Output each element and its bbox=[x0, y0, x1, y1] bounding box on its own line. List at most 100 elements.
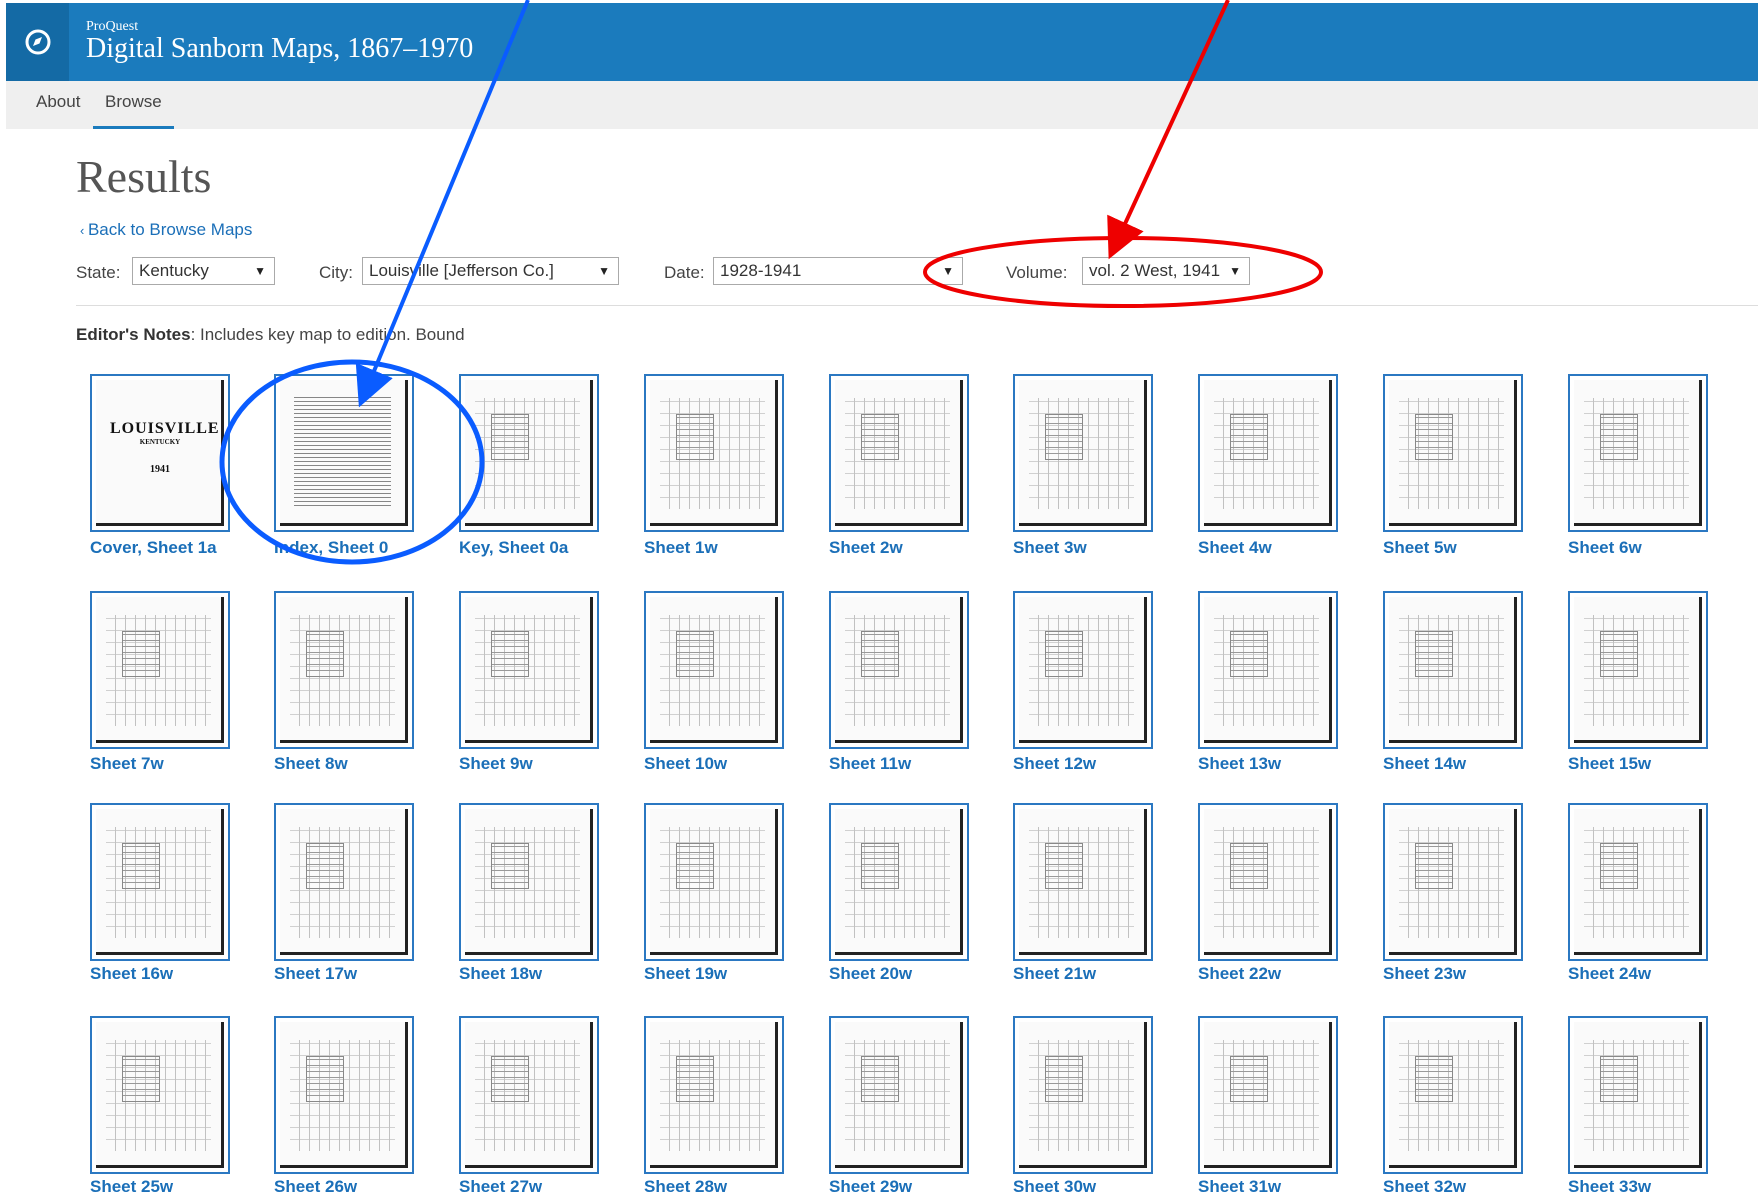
sheet-label[interactable]: Sheet 4w bbox=[1198, 538, 1272, 558]
sheet-thumbnail[interactable] bbox=[1013, 591, 1153, 749]
city-select[interactable]: Louisville [Jefferson Co.] ▼ bbox=[362, 257, 619, 285]
sheet-thumbnail[interactable] bbox=[829, 374, 969, 532]
sheet-thumbnail[interactable] bbox=[1013, 803, 1153, 961]
map-image bbox=[835, 597, 963, 743]
editors-notes: Editor's Notes: Includes key map to edit… bbox=[76, 325, 465, 345]
map-image bbox=[96, 809, 224, 955]
map-image bbox=[465, 597, 593, 743]
sheet-label[interactable]: Sheet 8w bbox=[274, 754, 348, 774]
sheet-label[interactable]: Sheet 17w bbox=[274, 964, 357, 984]
sheet-label[interactable]: Sheet 23w bbox=[1383, 964, 1466, 984]
back-link[interactable]: ‹ Back to Browse Maps bbox=[80, 220, 252, 240]
sheet-thumbnail[interactable]: LOUISVILLE KENTUCKY 1941 bbox=[90, 374, 230, 532]
cover-volume: 1941 bbox=[150, 464, 170, 475]
volume-select[interactable]: vol. 2 West, 1941 ▼ bbox=[1082, 257, 1250, 285]
sheet-thumbnail[interactable] bbox=[1013, 1016, 1153, 1174]
map-image bbox=[96, 1022, 224, 1168]
map-image bbox=[1389, 809, 1517, 955]
sheet-thumbnail[interactable] bbox=[90, 1016, 230, 1174]
sheet-label[interactable]: Sheet 18w bbox=[459, 964, 542, 984]
sheet-label[interactable]: Sheet 25w bbox=[90, 1177, 173, 1197]
sheet-thumbnail[interactable] bbox=[459, 803, 599, 961]
sheet-thumbnail[interactable] bbox=[274, 1016, 414, 1174]
sheet-label[interactable]: Sheet 29w bbox=[829, 1177, 912, 1197]
volume-label: Volume: bbox=[1006, 263, 1068, 282]
sheet-thumbnail[interactable] bbox=[1383, 374, 1523, 532]
state-select[interactable]: Kentucky ▼ bbox=[132, 257, 275, 285]
sheet-label[interactable]: Sheet 11w bbox=[829, 754, 911, 774]
sheet-thumbnail[interactable] bbox=[829, 591, 969, 749]
sheet-label[interactable]: Sheet 32w bbox=[1383, 1177, 1466, 1197]
sheet-thumbnail[interactable] bbox=[829, 803, 969, 961]
sheet-thumbnail[interactable] bbox=[459, 374, 599, 532]
sheet-thumbnail[interactable] bbox=[1198, 1016, 1338, 1174]
sheet-thumbnail[interactable] bbox=[644, 374, 784, 532]
sheet-label[interactable]: Sheet 3w bbox=[1013, 538, 1087, 558]
sheet-label[interactable]: Sheet 13w bbox=[1198, 754, 1281, 774]
sheet-thumbnail[interactable] bbox=[1198, 591, 1338, 749]
sheet-thumbnail[interactable] bbox=[829, 1016, 969, 1174]
sheet-label[interactable]: Sheet 1w bbox=[644, 538, 718, 558]
city-label: City: bbox=[319, 263, 353, 282]
sheet-thumbnail[interactable] bbox=[90, 803, 230, 961]
sheet-label[interactable]: Sheet 7w bbox=[90, 754, 164, 774]
sheet-label[interactable]: Sheet 30w bbox=[1013, 1177, 1096, 1197]
sheet-label[interactable]: Cover, Sheet 1a bbox=[90, 538, 217, 558]
sheet-thumbnail[interactable] bbox=[1568, 1016, 1708, 1174]
sheet-label[interactable]: Sheet 9w bbox=[459, 754, 533, 774]
sheet-thumbnail[interactable] bbox=[1383, 591, 1523, 749]
sheet-thumbnail[interactable] bbox=[644, 1016, 784, 1174]
divider bbox=[76, 305, 1758, 306]
map-image bbox=[1389, 597, 1517, 743]
sheet-thumbnail[interactable] bbox=[274, 591, 414, 749]
map-image bbox=[280, 380, 408, 526]
sheet-label[interactable]: Sheet 22w bbox=[1198, 964, 1281, 984]
sheet-thumbnail[interactable] bbox=[644, 591, 784, 749]
sheet-label[interactable]: Sheet 24w bbox=[1568, 964, 1651, 984]
map-image bbox=[1019, 809, 1147, 955]
map-image bbox=[1019, 597, 1147, 743]
sheet-label[interactable]: Sheet 6w bbox=[1568, 538, 1642, 558]
brand[interactable]: ProQuest Digital Sanborn Maps, 1867–1970 bbox=[86, 19, 473, 64]
sheet-thumbnail[interactable] bbox=[1198, 803, 1338, 961]
sheet-label[interactable]: Sheet 16w bbox=[90, 964, 173, 984]
sheet-label[interactable]: Sheet 27w bbox=[459, 1177, 542, 1197]
sheet-thumbnail[interactable] bbox=[1568, 591, 1708, 749]
cover-state: KENTUCKY bbox=[139, 438, 181, 446]
tab-browse[interactable]: Browse bbox=[93, 81, 174, 129]
sheet-label[interactable]: Index, Sheet 0 bbox=[274, 538, 388, 558]
sheet-thumbnail[interactable] bbox=[644, 803, 784, 961]
sheet-thumbnail[interactable] bbox=[1383, 803, 1523, 961]
sheet-label[interactable]: Sheet 15w bbox=[1568, 754, 1651, 774]
sheet-label[interactable]: Sheet 31w bbox=[1198, 1177, 1281, 1197]
cover-text: LOUISVILLE KENTUCKY 1941 bbox=[110, 420, 219, 475]
logo-button[interactable] bbox=[6, 3, 69, 81]
tab-about[interactable]: About bbox=[32, 81, 84, 129]
city-value: Louisville [Jefferson Co.] bbox=[369, 261, 554, 280]
sheet-label[interactable]: Sheet 28w bbox=[644, 1177, 727, 1197]
sheet-thumbnail[interactable] bbox=[1198, 374, 1338, 532]
map-image bbox=[1204, 1022, 1332, 1168]
date-select[interactable]: 1928-1941 ▼ bbox=[713, 257, 963, 285]
sheet-label[interactable]: Sheet 10w bbox=[644, 754, 727, 774]
sheet-label[interactable]: Sheet 33w bbox=[1568, 1177, 1651, 1197]
sheet-label[interactable]: Sheet 2w bbox=[829, 538, 903, 558]
sheet-label[interactable]: Sheet 5w bbox=[1383, 538, 1457, 558]
sheet-thumbnail[interactable] bbox=[274, 374, 414, 532]
page-title: Results bbox=[76, 151, 212, 202]
sheet-label[interactable]: Key, Sheet 0a bbox=[459, 538, 568, 558]
sheet-label[interactable]: Sheet 20w bbox=[829, 964, 912, 984]
sheet-thumbnail[interactable] bbox=[1568, 374, 1708, 532]
sheet-label[interactable]: Sheet 19w bbox=[644, 964, 727, 984]
sheet-label[interactable]: Sheet 21w bbox=[1013, 964, 1096, 984]
sheet-label[interactable]: Sheet 26w bbox=[274, 1177, 357, 1197]
sheet-label[interactable]: Sheet 12w bbox=[1013, 754, 1096, 774]
sheet-thumbnail[interactable] bbox=[1013, 374, 1153, 532]
sheet-thumbnail[interactable] bbox=[1568, 803, 1708, 961]
sheet-thumbnail[interactable] bbox=[1383, 1016, 1523, 1174]
sheet-thumbnail[interactable] bbox=[90, 591, 230, 749]
sheet-thumbnail[interactable] bbox=[459, 1016, 599, 1174]
sheet-thumbnail[interactable] bbox=[274, 803, 414, 961]
sheet-label[interactable]: Sheet 14w bbox=[1383, 754, 1466, 774]
sheet-thumbnail[interactable] bbox=[459, 591, 599, 749]
